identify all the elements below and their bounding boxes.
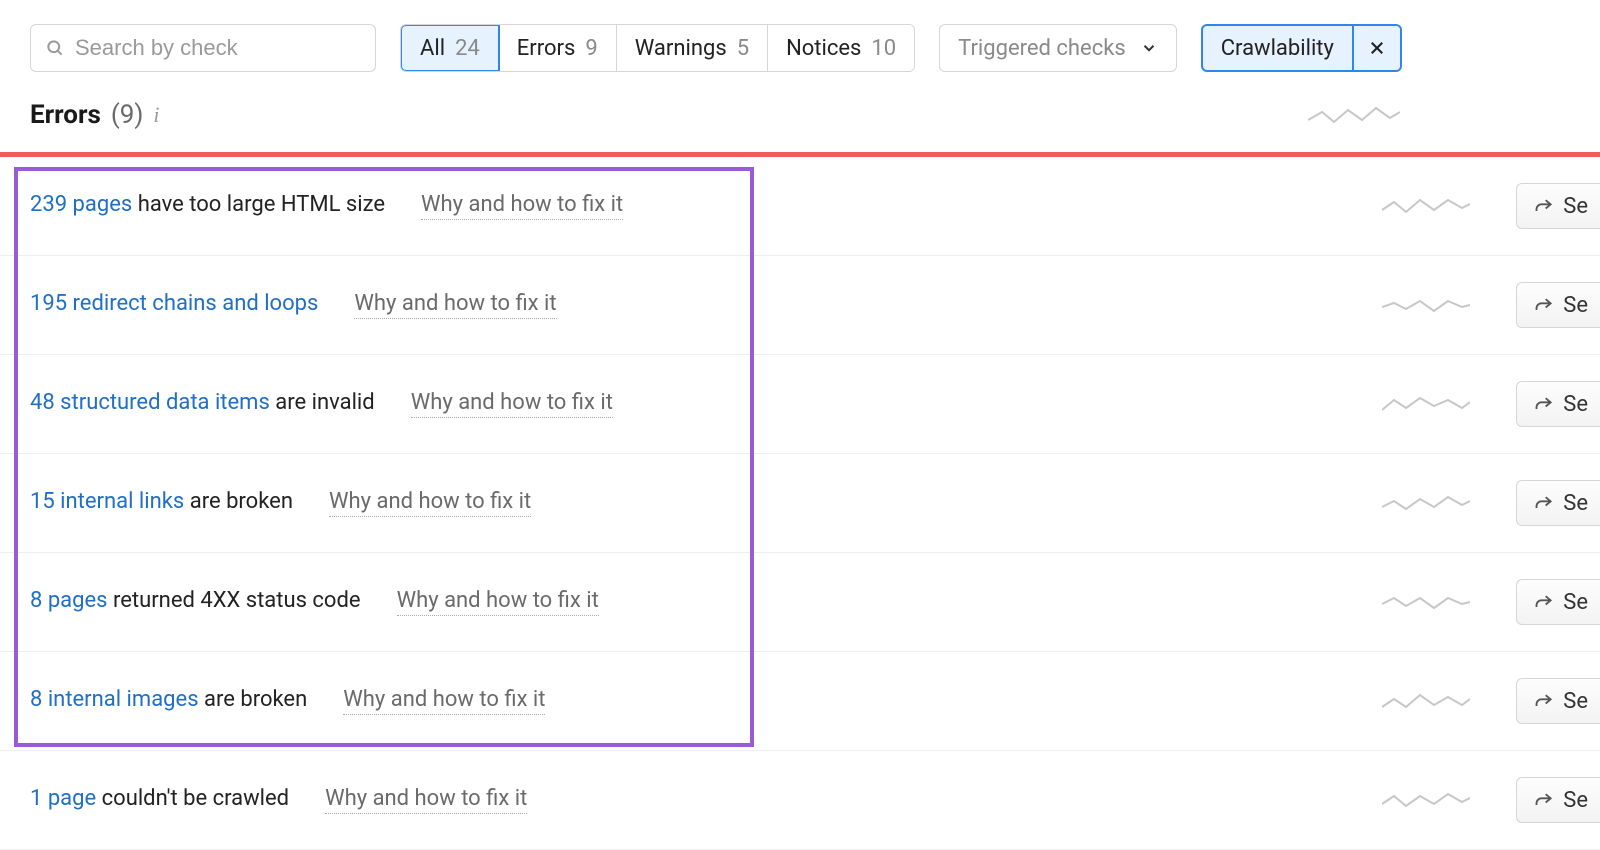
chevron-down-icon [1140, 39, 1158, 57]
issue-row: 8 pages returned 4XX status code Why and… [0, 553, 1600, 652]
section-title: Errors (9) i [30, 100, 160, 130]
row-sparkline [1382, 689, 1470, 713]
search-icon [45, 38, 65, 58]
send-button[interactable]: Se [1516, 381, 1600, 427]
issue-row: 195 redirect chains and loops Why and ho… [0, 256, 1600, 355]
row-sparkline [1382, 590, 1470, 614]
send-button[interactable]: Se [1516, 480, 1600, 526]
triggered-checks-dropdown[interactable]: Triggered checks [939, 24, 1177, 72]
issue-description: returned 4XX status code [108, 588, 361, 613]
send-button[interactable]: Se [1516, 678, 1600, 724]
section-sparkline [1308, 102, 1400, 128]
button-label: Se [1563, 392, 1588, 417]
row-sparkline [1382, 491, 1470, 515]
button-label: Se [1563, 788, 1588, 813]
issue-link[interactable]: 15 internal links [30, 489, 184, 514]
share-arrow-icon [1533, 592, 1555, 612]
section-name: Errors [30, 100, 101, 130]
issue-description: have too large HTML size [132, 192, 385, 217]
issue-link[interactable]: 195 redirect chains and loops [30, 291, 318, 316]
share-arrow-icon [1533, 691, 1555, 711]
send-button[interactable]: Se [1516, 282, 1600, 328]
tab-count: 10 [871, 36, 896, 61]
share-arrow-icon [1533, 493, 1555, 513]
issue-row: 48 structured data items are invalid Why… [0, 355, 1600, 454]
chip-remove-button[interactable] [1352, 26, 1400, 70]
tab-label: All [420, 36, 445, 61]
button-label: Se [1563, 293, 1588, 318]
issue-description: are invalid [270, 390, 375, 415]
tab-label: Notices [786, 36, 861, 61]
share-arrow-icon [1533, 295, 1555, 315]
fix-link[interactable]: Why and how to fix it [343, 687, 545, 715]
issue-row: 15 internal links are broken Why and how… [0, 454, 1600, 553]
issues-list: 239 pages have too large HTML size Why a… [0, 157, 1600, 850]
filter-chip-crawlability: Crawlability [1201, 24, 1402, 72]
tab-count: 5 [737, 36, 749, 61]
tab-notices[interactable]: Notices 10 [768, 25, 914, 71]
issue-description: are broken [199, 687, 308, 712]
tab-count: 9 [585, 36, 597, 61]
fix-link[interactable]: Why and how to fix it [354, 291, 556, 319]
search-input-wrap[interactable] [30, 24, 376, 72]
fix-link[interactable]: Why and how to fix it [325, 786, 527, 814]
chip-label[interactable]: Crawlability [1203, 26, 1352, 70]
send-button[interactable]: Se [1516, 777, 1600, 823]
fix-link[interactable]: Why and how to fix it [421, 192, 623, 220]
issue-link[interactable]: 239 pages [30, 192, 132, 217]
issue-link[interactable]: 1 page [30, 786, 96, 811]
tab-all[interactable]: All 24 [400, 24, 500, 72]
issue-link[interactable]: 8 pages [30, 588, 108, 613]
tab-label: Errors [517, 36, 576, 61]
share-arrow-icon [1533, 196, 1555, 216]
search-input[interactable] [75, 35, 363, 61]
issue-description: are broken [184, 489, 293, 514]
button-label: Se [1563, 194, 1588, 219]
dropdown-label: Triggered checks [958, 36, 1126, 61]
row-sparkline [1382, 194, 1470, 218]
button-label: Se [1563, 590, 1588, 615]
tab-warnings[interactable]: Warnings 5 [617, 25, 768, 71]
button-label: Se [1563, 689, 1588, 714]
share-arrow-icon [1533, 394, 1555, 414]
send-button[interactable]: Se [1516, 183, 1600, 229]
section-count: (9) [111, 100, 144, 130]
send-button[interactable]: Se [1516, 579, 1600, 625]
tab-label: Warnings [635, 36, 727, 61]
info-icon[interactable]: i [153, 102, 159, 128]
row-sparkline [1382, 788, 1470, 812]
issue-description: couldn't be crawled [96, 786, 289, 811]
section-header: Errors (9) i [0, 100, 1600, 152]
issue-row: 8 internal images are broken Why and how… [0, 652, 1600, 751]
filter-bar: All 24 Errors 9 Warnings 5 Notices 10 Tr… [0, 24, 1600, 100]
fix-link[interactable]: Why and how to fix it [397, 588, 599, 616]
button-label: Se [1563, 491, 1588, 516]
close-icon [1368, 39, 1386, 57]
fix-link[interactable]: Why and how to fix it [329, 489, 531, 517]
issue-row: 1 page couldn't be crawled Why and how t… [0, 751, 1600, 850]
issue-type-tabs: All 24 Errors 9 Warnings 5 Notices 10 [400, 24, 915, 72]
share-arrow-icon [1533, 790, 1555, 810]
issue-row: 239 pages have too large HTML size Why a… [0, 157, 1600, 256]
row-sparkline [1382, 293, 1470, 317]
fix-link[interactable]: Why and how to fix it [411, 390, 613, 418]
row-sparkline [1382, 392, 1470, 416]
tab-count: 24 [455, 36, 480, 61]
issue-link[interactable]: 8 internal images [30, 687, 199, 712]
tab-errors[interactable]: Errors 9 [499, 25, 617, 71]
issue-link[interactable]: 48 structured data items [30, 390, 270, 415]
